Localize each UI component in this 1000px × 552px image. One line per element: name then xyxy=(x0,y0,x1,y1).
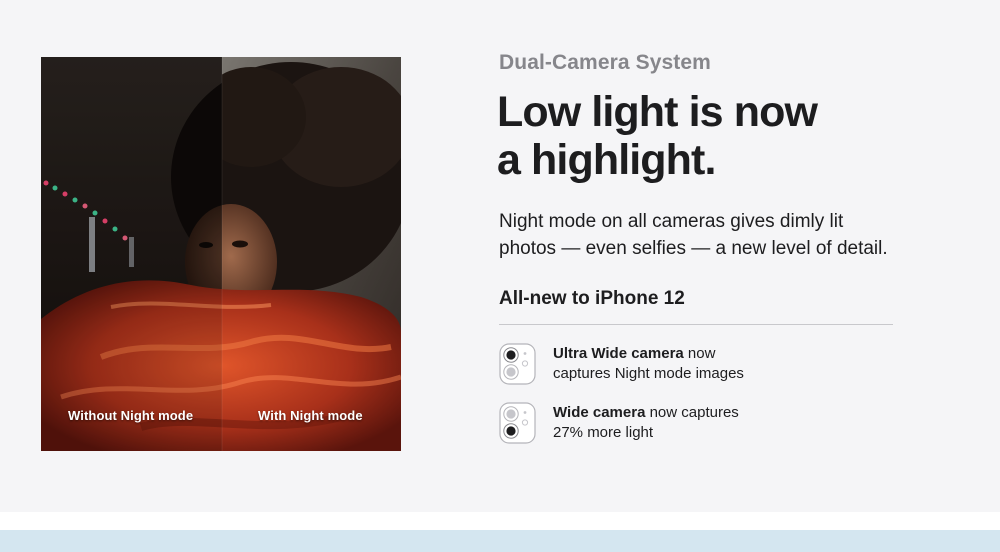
feature-wide-desc-2: 27% more light xyxy=(553,424,654,441)
feature-ultra-wide-desc-1: now xyxy=(683,345,716,362)
headline-line-1: Low light is now xyxy=(497,88,818,136)
feature-wide-text: Wide camera now captures 27% more light xyxy=(553,403,853,443)
section-body-copy: Night mode on all cameras gives dimly li… xyxy=(499,208,919,262)
features-subhead: All-new to iPhone 12 xyxy=(499,288,685,309)
body-line-1: Night mode on all cameras gives dimly li… xyxy=(499,211,844,232)
feature-ultra-wide-desc-2: captures Night mode images xyxy=(553,365,744,382)
with-night-mode-caption: With Night mode xyxy=(258,408,363,423)
body-line-2: photos — even selfies — a new level of d… xyxy=(499,238,888,259)
section-separator xyxy=(0,512,1000,530)
night-mode-section: Without Night mode With Night mode Dual-… xyxy=(0,0,1000,512)
dual-camera-icon-top-lens xyxy=(499,343,536,385)
section-headline: Low light is now a highlight. xyxy=(497,88,917,184)
feature-wide-title: Wide camera xyxy=(553,404,646,421)
feature-ultra-wide: Ultra Wide camera now captures Night mod… xyxy=(499,341,899,385)
section-eyebrow: Dual-Camera System xyxy=(499,51,711,74)
night-mode-comparison-photo: Without Night mode With Night mode xyxy=(41,57,401,451)
feature-wide-desc-1: now captures xyxy=(645,404,739,421)
next-section-edge xyxy=(0,530,1000,552)
feature-ultra-wide-title: Ultra Wide camera xyxy=(553,345,684,362)
dual-camera-icon-bottom-lens xyxy=(499,402,536,444)
comparison-photo-image xyxy=(41,57,401,451)
feature-ultra-wide-text: Ultra Wide camera now captures Night mod… xyxy=(553,344,853,384)
without-night-mode-caption: Without Night mode xyxy=(68,408,194,423)
feature-wide: Wide camera now captures 27% more light xyxy=(499,400,899,444)
headline-line-2: a highlight. xyxy=(497,136,716,184)
divider xyxy=(499,324,893,325)
